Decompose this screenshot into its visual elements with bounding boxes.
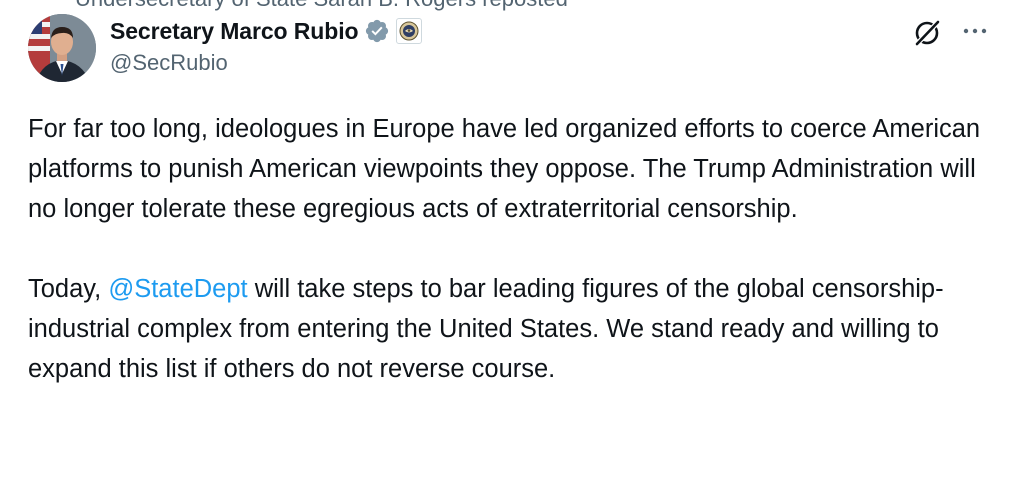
display-name[interactable]: Secretary Marco Rubio xyxy=(110,18,359,45)
tweet-card: Undersecretary of State Sarah B. Rogers … xyxy=(0,0,1018,484)
more-options-icon[interactable] xyxy=(960,20,990,42)
user-handle[interactable]: @SecRubio xyxy=(110,50,422,76)
tweet-paragraph-1: For far too long, ideologues in Europe h… xyxy=(28,115,981,223)
paragraph-2-lead: Today, xyxy=(28,275,109,303)
grok-icon[interactable] xyxy=(912,18,942,48)
avatar[interactable] xyxy=(28,14,96,82)
repost-context-text: Undersecretary of State Sarah B. Rogers … xyxy=(75,0,568,12)
state-department-seal-icon[interactable] xyxy=(396,18,423,44)
mention-link-statedept[interactable]: @StateDept xyxy=(108,275,247,303)
tweet-paragraph-2: Today, @StateDept will take steps to bar… xyxy=(28,269,998,389)
tweet-text: For far too long, ideologues in Europe h… xyxy=(28,109,998,389)
tweet-header: Secretary Marco Rubio @SecRubio xyxy=(110,14,423,76)
verified-badge-icon[interactable] xyxy=(364,18,390,44)
name-row: Secretary Marco Rubio xyxy=(110,14,423,48)
profile-photo xyxy=(28,14,96,82)
